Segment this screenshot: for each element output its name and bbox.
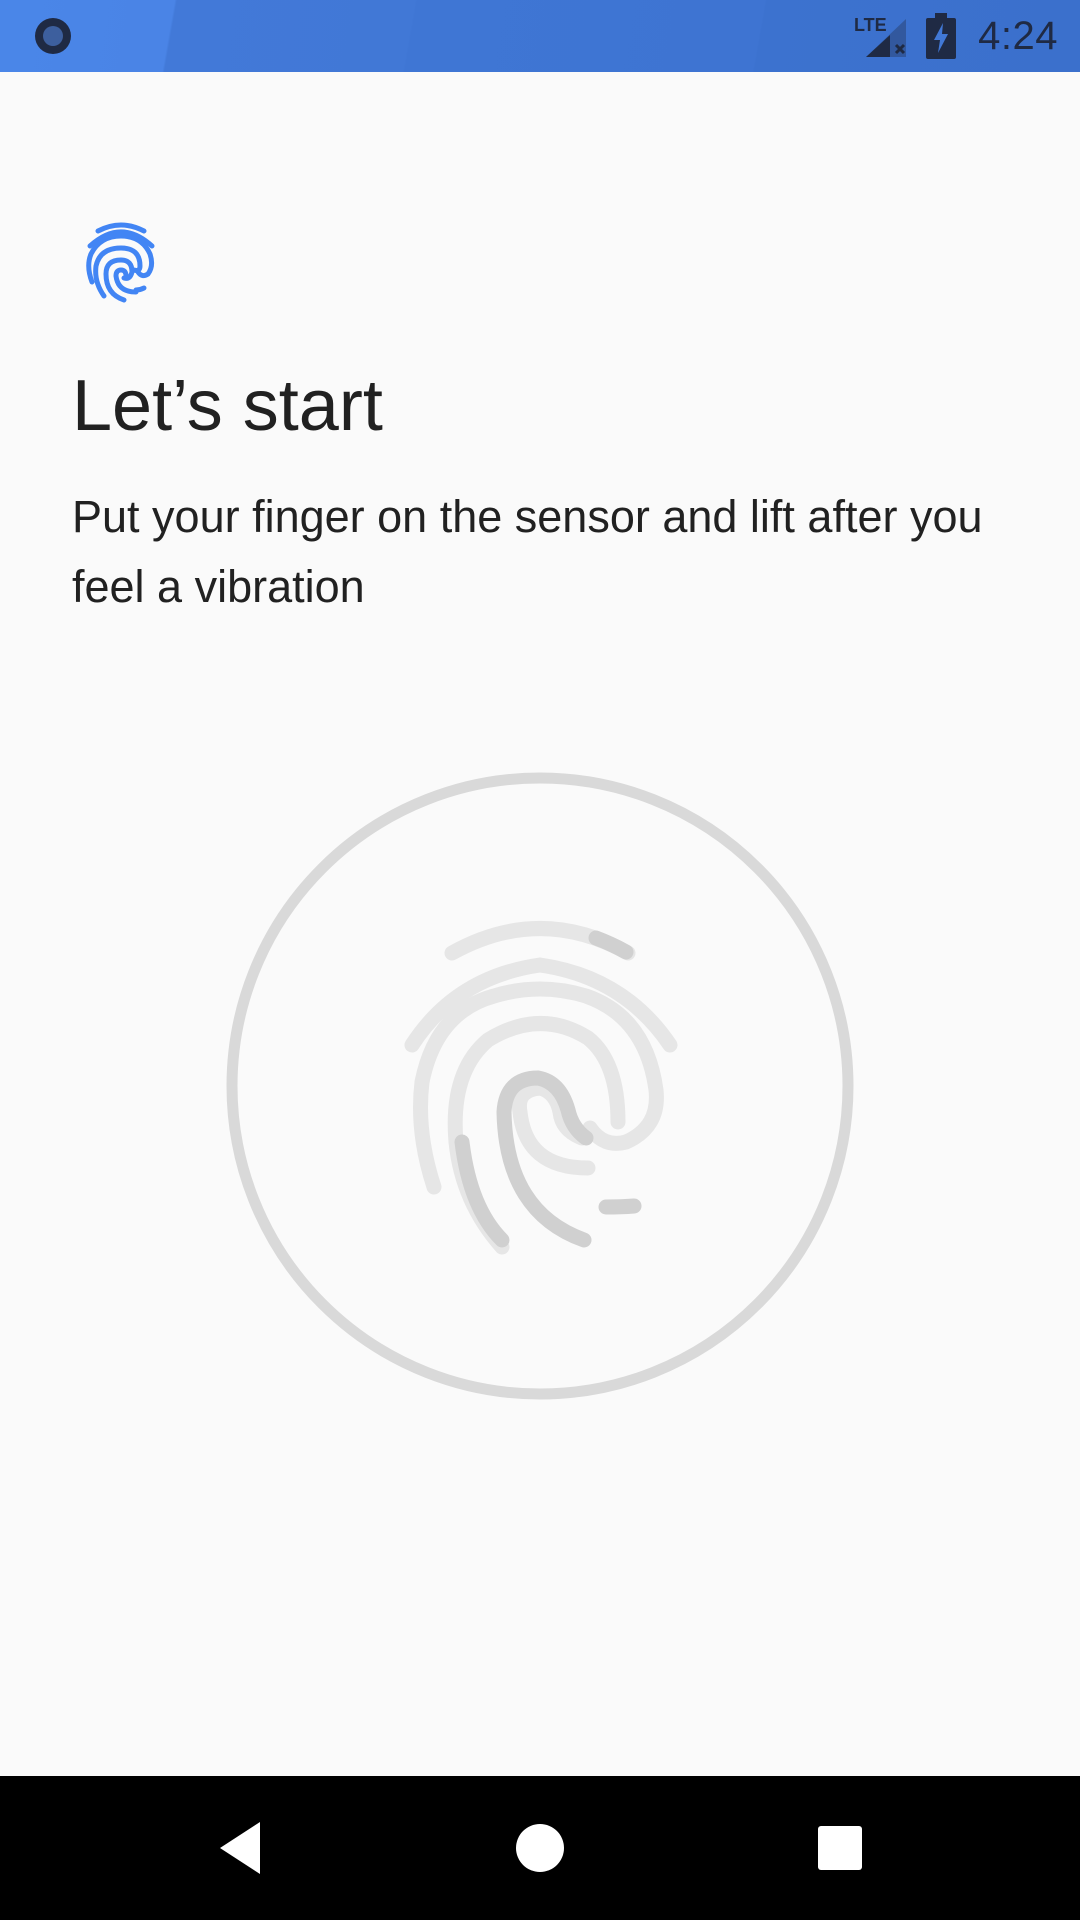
instruction-text: Put your finger on the sensor and lift a…	[72, 491, 983, 612]
home-icon	[516, 1824, 564, 1872]
status-time: 4:24	[978, 13, 1058, 58]
status-icons: LTE 4:24	[854, 0, 1058, 72]
app-notification-icon	[35, 18, 71, 54]
battery-charging-icon	[926, 13, 957, 59]
navigation-bar	[0, 1776, 1080, 1920]
nav-home-button[interactable]	[490, 1798, 590, 1898]
nav-back-button[interactable]	[190, 1798, 290, 1898]
fingerprint-enroll-screen: LTE 4:24 Let’s start Put your finger on …	[0, 0, 1080, 1920]
fingerprint-icon	[86, 222, 155, 303]
recents-icon	[818, 1826, 862, 1870]
back-icon	[220, 1822, 260, 1874]
lte-label: LTE	[854, 15, 887, 35]
fingerprint-graphic	[404, 921, 678, 1255]
fingerprint-sensor-illustration	[226, 772, 854, 1400]
lte-signal-icon: LTE	[854, 11, 910, 61]
nav-recents-button[interactable]	[790, 1798, 890, 1898]
page-title: Let’s start	[72, 366, 383, 446]
status-bar: LTE 4:24	[0, 0, 1080, 72]
